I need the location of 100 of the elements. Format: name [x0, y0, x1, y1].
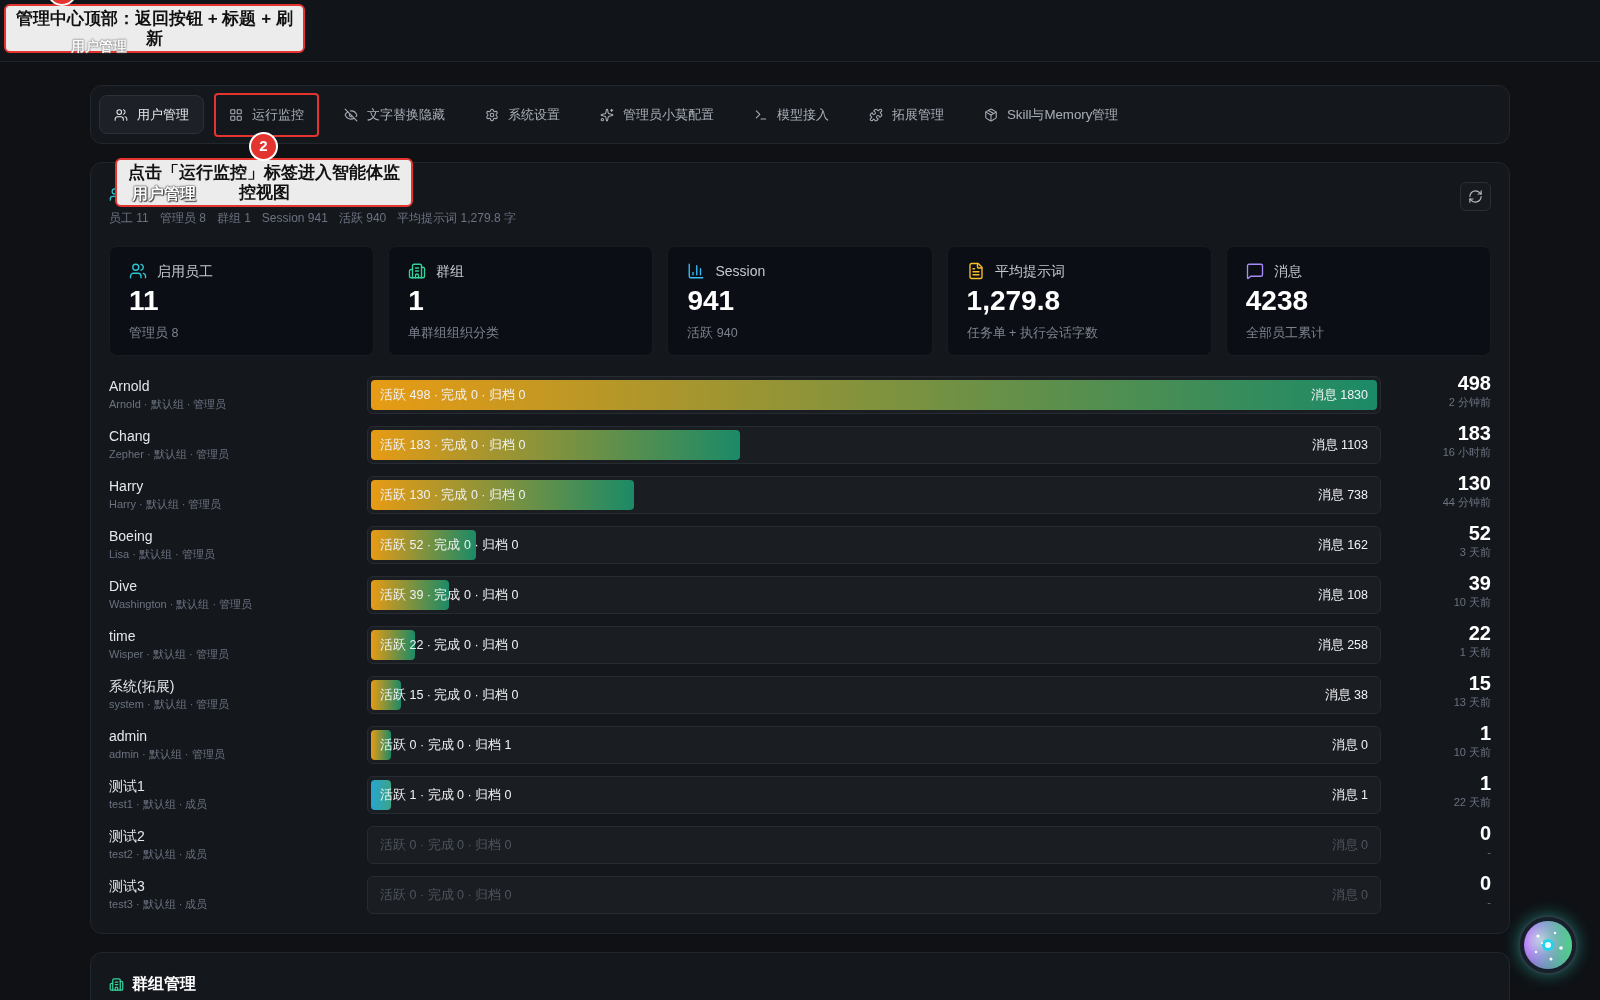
nav-tab[interactable]: 用户管理 — [99, 95, 204, 134]
stat-label: Session — [715, 261, 766, 281]
grid-icon — [229, 107, 243, 122]
message-count: 消息 1 — [1331, 786, 1368, 804]
nav-tab[interactable]: 文字替换隐藏 — [329, 95, 460, 134]
user-detail: Arnold · 默认组 · 管理员 — [109, 397, 228, 412]
eye-off-icon — [344, 107, 358, 122]
message-count: 消息 38 — [1324, 686, 1368, 704]
session-count: 0 — [1479, 872, 1491, 894]
nav-tab[interactable]: 模型接入 — [739, 95, 844, 134]
last-active: 3 天前 — [1459, 545, 1491, 560]
nav-tab[interactable]: 系统设置 — [470, 95, 575, 134]
user-name: Arnold — [109, 377, 151, 396]
user-name: Chang — [109, 427, 152, 446]
stat-note: 全部员工累计 — [1245, 325, 1325, 342]
last-active: 13 天前 — [1453, 695, 1491, 710]
stat-label: 消息 — [1273, 261, 1302, 281]
message-count: 消息 1830 — [1310, 386, 1368, 404]
settings-icon — [485, 107, 499, 122]
nav-tab[interactable]: 拓展管理 — [854, 95, 959, 134]
last-active: 10 天前 — [1453, 745, 1491, 760]
stat-label: 启用员工 — [157, 261, 213, 281]
message-count: 消息 108 — [1317, 586, 1368, 604]
session-count: 498 — [1457, 372, 1491, 394]
last-active: 44 分钟前 — [1442, 495, 1491, 510]
stat-label: 平均提示词 — [994, 261, 1065, 281]
user-detail: test3 · 默认组 · 成员 — [109, 897, 209, 912]
user-detail: Washington · 默认组 · 管理员 — [109, 597, 254, 612]
user-detail: Lisa · 默认组 · 管理员 — [109, 547, 216, 562]
session-count: 1 — [1479, 772, 1491, 794]
summary-item: Session 941 — [261, 210, 328, 226]
session-count: 1 — [1479, 722, 1491, 744]
terminal-icon — [754, 107, 768, 122]
summary-item: 群组 1 — [216, 210, 251, 226]
session-count: 52 — [1468, 522, 1491, 544]
users-icon — [114, 107, 128, 122]
summary-item: 活跃 940 — [338, 210, 387, 226]
message-icon — [1245, 262, 1264, 280]
user-detail: Wisper · 默认组 · 管理员 — [109, 647, 230, 662]
stat-value: 1,279.8 — [966, 284, 1061, 318]
message-count: 消息 162 — [1317, 536, 1368, 554]
message-count: 消息 258 — [1317, 636, 1368, 654]
refresh-button[interactable] — [1460, 182, 1491, 211]
user-name: Boeing — [109, 527, 154, 546]
last-active: 22 天前 — [1453, 795, 1491, 810]
user-name: Harry — [109, 477, 145, 496]
stat-note: 管理员 8 — [129, 325, 180, 342]
last-active: - — [1487, 845, 1491, 860]
section-title: 用户管理 — [132, 183, 196, 205]
user-detail: test1 · 默认组 · 成员 — [109, 797, 209, 812]
session-count: 130 — [1457, 472, 1491, 494]
users-icon — [129, 262, 147, 280]
last-active: 2 分钟前 — [1448, 395, 1491, 410]
user-name: 系统(拓展) — [109, 677, 176, 696]
stat-note: 单群组组织分类 — [408, 325, 501, 342]
session-stats: 活跃 15 · 完成 0 · 归档 0 — [380, 686, 519, 704]
session-count: 0 — [1479, 822, 1491, 844]
session-stats: 活跃 498 · 完成 0 · 归档 0 — [380, 386, 526, 404]
session-stats: 活跃 52 · 完成 0 · 归档 0 — [380, 536, 519, 554]
session-count: 22 — [1468, 622, 1491, 644]
document-icon — [966, 262, 985, 280]
stat-value: 1 — [408, 284, 425, 318]
box-icon — [984, 107, 998, 122]
message-count: 消息 1103 — [1311, 436, 1368, 454]
message-count: 消息 0 — [1331, 886, 1368, 904]
user-name: 测试1 — [109, 777, 146, 796]
stat-note: 任务单 + 执行会话字数 — [966, 325, 1099, 342]
section-title: 群组管理 — [132, 974, 196, 994]
user-detail: admin · 默认组 · 管理员 — [109, 747, 226, 762]
stat-value: 11 — [129, 284, 160, 318]
user-name: 测试3 — [109, 877, 146, 896]
message-count: 消息 738 — [1317, 486, 1368, 504]
summary-item: 员工 11 — [109, 210, 149, 226]
assistant-button[interactable] — [1518, 915, 1578, 975]
session-stats: 活跃 39 · 完成 0 · 归档 0 — [380, 586, 519, 604]
last-active: 1 天前 — [1459, 645, 1491, 660]
nav-tab[interactable]: Skill与Memory管理 — [969, 95, 1134, 134]
summary-item: 平均提示词 1,279.8 字 — [397, 210, 516, 226]
stat-value: 941 — [687, 284, 736, 318]
stat-value: 4238 — [1245, 284, 1310, 318]
bar-chart-icon — [687, 262, 706, 280]
session-stats: 活跃 130 · 完成 0 · 归档 0 — [380, 486, 526, 504]
orb-icon — [1524, 921, 1572, 969]
user-detail: system · 默认组 · 管理员 — [109, 697, 231, 712]
session-stats: 活跃 183 · 完成 0 · 归档 0 — [380, 436, 526, 454]
stat-label: 群组 — [436, 261, 465, 281]
building-icon — [109, 976, 124, 992]
message-count: 消息 0 — [1331, 736, 1368, 754]
session-count: 39 — [1468, 572, 1491, 594]
nav-tab[interactable]: 运行监控 — [214, 92, 319, 137]
last-active: - — [1487, 895, 1491, 910]
session-count: 183 — [1457, 422, 1491, 444]
refresh-icon — [1468, 189, 1483, 204]
nav-tab[interactable]: 管理员小莫配置 — [585, 95, 729, 134]
stat-note: 活跃 940 — [687, 325, 739, 342]
user-detail: test2 · 默认组 · 成员 — [109, 847, 209, 862]
user-detail: Harry · 默认组 · 管理员 — [109, 497, 223, 512]
session-stats: 活跃 22 · 完成 0 · 归档 0 — [380, 636, 519, 654]
session-count: 15 — [1468, 672, 1491, 694]
message-count: 消息 0 — [1331, 836, 1368, 854]
